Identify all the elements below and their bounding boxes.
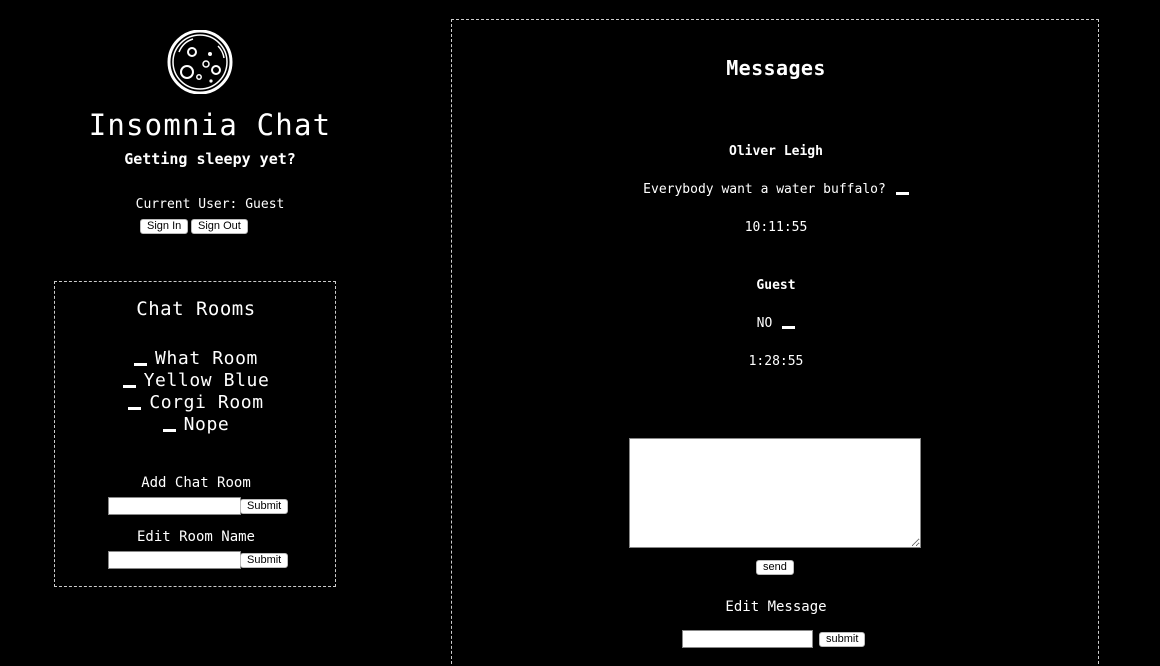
add-chat-room-input[interactable]: [108, 497, 241, 515]
chat-rooms-panel: Chat Rooms What Room Yellow Blue Corgi R…: [54, 281, 336, 587]
message-time: 10:11:55: [744, 220, 808, 235]
messages-title: Messages: [726, 56, 826, 80]
delete-room-icon[interactable]: [122, 385, 136, 388]
delete-message-icon[interactable]: [782, 326, 796, 329]
edit-message-label: Edit Message: [725, 599, 827, 615]
message-author: Oliver Leigh: [729, 144, 823, 159]
edit-message-submit-button[interactable]: submit: [819, 632, 866, 647]
delete-room-icon[interactable]: [134, 363, 148, 366]
room-label: What Room: [155, 348, 258, 369]
add-chat-room-submit-button[interactable]: Submit: [240, 499, 289, 514]
room-label: Nope: [183, 414, 230, 435]
sign-in-button[interactable]: Sign In: [140, 219, 189, 234]
message-text: Everybody want a water buffalo?: [643, 182, 886, 197]
tagline: Getting sleepy yet?: [124, 150, 296, 168]
edit-room-name-submit-button[interactable]: Submit: [240, 553, 289, 568]
delete-room-icon[interactable]: [128, 407, 142, 410]
moon-icon: [167, 30, 233, 94]
edit-room-name-label: Edit Room Name: [136, 529, 255, 545]
messages-panel: Messages Oliver Leigh Everybody want a w…: [451, 19, 1099, 666]
message-compose-textarea[interactable]: [629, 438, 921, 548]
room-label: Corgi Room: [149, 392, 264, 413]
send-button[interactable]: send: [756, 560, 794, 575]
message-content: NO: [452, 316, 1100, 331]
message-text: NO: [756, 316, 773, 331]
room-item[interactable]: Nope: [55, 414, 337, 435]
room-label: Yellow Blue: [143, 370, 270, 391]
add-chat-room-label: Add Chat Room: [141, 475, 251, 491]
chat-rooms-title: Chat Rooms: [136, 298, 256, 320]
room-item[interactable]: What Room: [55, 348, 337, 369]
edit-room-name-input[interactable]: [108, 551, 241, 569]
sign-out-button[interactable]: Sign Out: [191, 219, 248, 234]
message-content: Everybody want a water buffalo?: [452, 182, 1100, 197]
message-time: 1:28:55: [748, 354, 804, 369]
room-item[interactable]: Corgi Room: [55, 392, 337, 413]
delete-message-icon[interactable]: [895, 192, 909, 195]
delete-room-icon[interactable]: [162, 429, 176, 432]
app-title: Insomnia Chat: [88, 108, 332, 142]
room-item[interactable]: Yellow Blue: [55, 370, 337, 391]
message-author: Guest: [756, 278, 796, 293]
current-user-label: Current User: Guest: [135, 197, 285, 212]
edit-message-input[interactable]: [682, 630, 813, 648]
